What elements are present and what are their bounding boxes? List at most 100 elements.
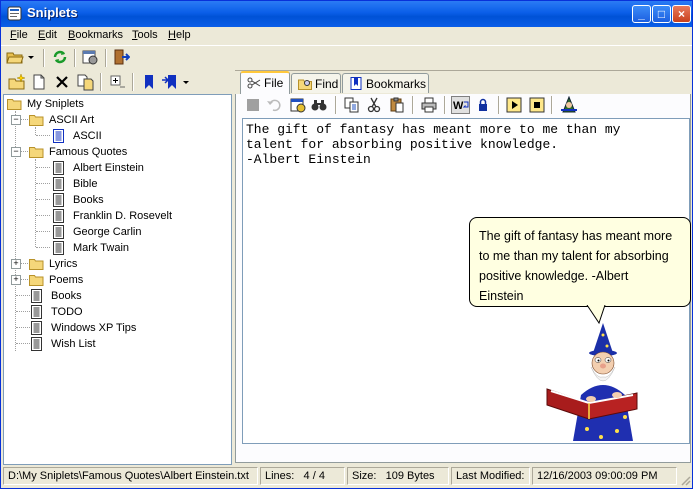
agent-character-icon[interactable] <box>560 96 578 114</box>
main-toolbar <box>1 45 692 71</box>
folder-open-icon <box>7 99 22 110</box>
tree-line <box>36 183 50 185</box>
folder-open-icon <box>29 115 44 126</box>
play-agent-icon[interactable] <box>506 97 522 113</box>
find-folder-icon <box>298 79 312 90</box>
sniplet-doc-selected-icon <box>53 129 64 143</box>
agent-speech-balloon: The gift of fantasy has meant more to me… <box>469 217 691 307</box>
expand-toggle[interactable]: + <box>11 275 21 285</box>
collapse-toggle[interactable]: − <box>11 115 21 125</box>
stop-icon[interactable] <box>245 97 261 113</box>
tree-line <box>16 343 30 345</box>
undo-icon[interactable] <box>266 97 282 113</box>
new-folder-icon[interactable] <box>8 73 26 91</box>
tree-line <box>36 135 50 137</box>
sniplet-doc-icon <box>53 209 64 223</box>
tab-file[interactable]: File <box>240 71 290 94</box>
toolbar-separator <box>551 96 553 114</box>
status-lines-value: 4 / 4 <box>303 470 325 482</box>
tree-node-label: Poems <box>49 274 84 286</box>
dropdown-arrow-icon[interactable] <box>181 73 191 91</box>
tree-node-label: Franklin D. Rosevelt <box>73 210 173 222</box>
options-icon[interactable] <box>81 48 99 66</box>
toolbar-separator <box>132 73 134 91</box>
menu-bookmarks[interactable]: Bookmarks <box>68 29 123 41</box>
new-sniplet-icon[interactable] <box>30 73 48 91</box>
tree-node-label: Mark Twain <box>73 242 130 254</box>
editor-toolbar: W <box>241 94 691 116</box>
toolbar-separator <box>43 49 45 67</box>
sniplet-doc-icon <box>31 337 42 351</box>
status-lines-label: Lines: <box>265 470 295 482</box>
tree-node-label: Wish List <box>51 338 96 350</box>
collapse-toggle[interactable]: − <box>11 147 21 157</box>
refresh-icon[interactable] <box>51 48 69 66</box>
tab-bookmarks[interactable]: Bookmarks <box>342 73 429 93</box>
tree-line <box>16 295 30 297</box>
menu-file[interactable]: File <box>10 29 28 41</box>
svg-text:W: W <box>453 100 464 112</box>
tab-file-label: File <box>264 76 284 90</box>
print-icon[interactable] <box>421 97 437 113</box>
tree-node-label: My Sniplets <box>27 98 84 110</box>
status-size-label: Size: <box>352 470 377 482</box>
tree-node-label: TODO <box>51 306 83 318</box>
paste-icon[interactable] <box>389 97 405 113</box>
menu-help-accel: H <box>168 29 176 41</box>
tree-node-label: Windows XP Tips <box>51 322 137 334</box>
title-bar[interactable]: Sniplets _ □ × <box>1 1 692 27</box>
open-folder-icon[interactable] <box>6 48 24 66</box>
tree-node-label: Bible <box>73 178 98 190</box>
insert-date-icon[interactable] <box>290 97 306 113</box>
minimize-button[interactable]: _ <box>632 5 651 23</box>
tree-line <box>36 199 50 201</box>
sniplet-doc-icon <box>53 177 64 191</box>
expand-toggle[interactable]: + <box>11 259 21 269</box>
bookmark-icon[interactable] <box>140 73 158 91</box>
tree-line <box>35 159 37 247</box>
stop-agent-icon[interactable] <box>529 97 545 113</box>
copy-icon[interactable] <box>344 97 360 113</box>
tree-node-label: Lyrics <box>49 258 78 270</box>
expand-all-icon[interactable] <box>108 73 126 91</box>
balloon-text: The gift of fantasy has meant more to me… <box>479 226 689 306</box>
resize-grip-icon[interactable] <box>679 474 691 486</box>
tab-strip: File Find Bookmarks <box>235 70 692 94</box>
maximize-button[interactable]: □ <box>652 5 671 23</box>
tree-line <box>16 311 30 313</box>
goto-bookmark-icon[interactable] <box>161 73 179 91</box>
exit-door-icon[interactable] <box>112 48 130 66</box>
tree-node-label: Famous Quotes <box>49 146 128 158</box>
tree-line <box>16 327 30 329</box>
rename-icon[interactable] <box>76 73 94 91</box>
editor-text[interactable]: The gift of fantasy has meant more to me… <box>246 122 620 167</box>
tree-line <box>35 127 37 135</box>
tree-node-label: Books <box>73 194 104 206</box>
editor-line: -Albert Einstein <box>246 152 371 167</box>
find-binoculars-icon[interactable] <box>311 97 327 113</box>
menu-edit[interactable]: Edit <box>38 29 57 41</box>
menu-tools[interactable]: Tools <box>132 29 158 41</box>
dropdown-arrow-icon[interactable] <box>26 48 36 66</box>
toolbar-separator <box>100 73 102 91</box>
menu-help[interactable]: Help <box>168 29 191 41</box>
status-size-value: 109 Bytes <box>385 470 435 482</box>
cut-scissors-icon[interactable] <box>366 97 382 113</box>
toolbar-separator <box>498 96 500 114</box>
tree-toolbar <box>1 70 232 94</box>
toolbar-separator <box>444 96 446 114</box>
sniplet-doc-icon <box>53 193 64 207</box>
tree-line <box>36 247 50 249</box>
tree-line <box>36 215 50 217</box>
sniplet-tree[interactable]: My Sniplets − ASCII Art ASCII − Famous Q… <box>3 94 232 465</box>
close-button[interactable]: × <box>672 5 691 23</box>
delete-icon[interactable] <box>53 73 71 91</box>
tab-find[interactable]: Find <box>291 73 341 93</box>
merlin-wizard-agent[interactable] <box>543 319 639 447</box>
status-modified-value: 12/16/2003 09:00:09 PM <box>532 467 677 485</box>
status-size: Size: 109 Bytes <box>347 467 449 485</box>
menu-bookmarks-label: ookmarks <box>75 29 124 41</box>
sniplets-app-icon <box>7 6 22 21</box>
lock-icon[interactable] <box>475 97 491 113</box>
word-wrap-icon[interactable]: W <box>451 96 470 114</box>
